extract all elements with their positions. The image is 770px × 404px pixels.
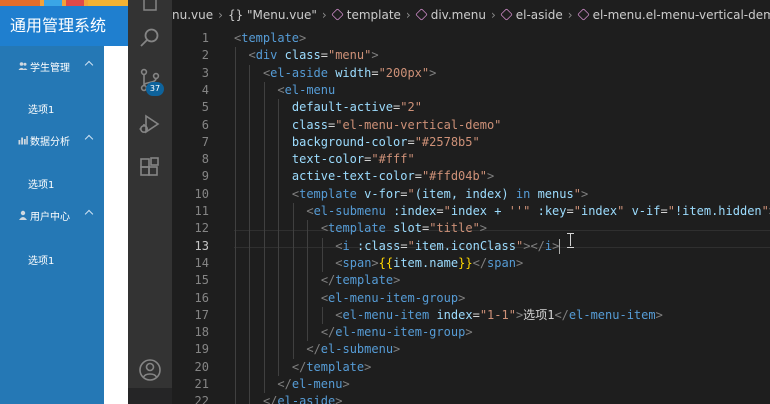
chevron-right-icon: › (218, 8, 223, 22)
app-title: 通用管理系统 (0, 6, 128, 46)
line-number: 17 (194, 307, 209, 322)
code-line[interactable]: <el-submenu :index="index + ''" :key="in… (234, 203, 770, 220)
line-number: 11 (194, 204, 209, 218)
app-sidebar-menu: 学生管理 选项1 数据分析 选项1 用户中心 选项1 (0, 46, 104, 404)
activity-bar: 37 (128, 0, 172, 404)
chevron-right-icon: › (405, 8, 411, 22)
code-line[interactable]: <div class="menu"> (234, 47, 378, 64)
breadcrumb: nu.vue › {} "Menu.vue" › template › div.menu › e… (172, 0, 770, 30)
chevron-up-icon (84, 60, 94, 70)
code-line[interactable]: </el-menu-item-group> (234, 324, 473, 341)
breadcrumb-item[interactable]: el-aside (516, 0, 563, 30)
bar-chart-icon (18, 135, 28, 145)
mouse-ibeam-icon (567, 233, 574, 248)
line-number: 13 (194, 238, 209, 253)
code-line[interactable]: <template> (234, 30, 306, 47)
code-line[interactable]: </template> (234, 272, 400, 289)
code-line[interactable]: <template slot="title"> (234, 220, 487, 237)
line-number: 20 (194, 359, 209, 374)
line-number: 2 (201, 48, 209, 63)
text-caret (558, 238, 560, 254)
code-line[interactable]: <el-menu-item-group> (234, 290, 466, 307)
submenu-label: 数据分析 (30, 136, 70, 148)
code-line[interactable]: </el-menu> (234, 376, 349, 393)
submenu-title-user-center[interactable]: 用户中心 (0, 203, 104, 227)
breadcrumb-item[interactable]: {} "Menu.vue" (228, 0, 317, 30)
line-number: 21 (194, 377, 209, 391)
user-group-icon (18, 61, 28, 71)
symbol-icon (500, 8, 513, 21)
line-number: 1 (201, 31, 209, 45)
submenu-label: 用户中心 (30, 211, 70, 223)
line-number: 14 (194, 255, 209, 270)
line-number: 18 (194, 325, 209, 340)
chevron-right-icon: › (567, 8, 573, 22)
code-line[interactable]: text-color="#fff" (234, 151, 415, 168)
extensions-icon[interactable] (138, 156, 162, 180)
code-line[interactable]: </template> (234, 359, 371, 376)
code-line[interactable]: <el-aside width="200px"> (234, 65, 436, 82)
menu-item-option1[interactable]: 选项1 (28, 176, 54, 191)
code-line[interactable]: <el-menu (234, 82, 335, 99)
submenu-title-analytics[interactable]: 数据分析 (0, 128, 104, 152)
line-number: 6 (201, 117, 209, 132)
line-number: 9 (201, 169, 209, 184)
menu-item-option1[interactable]: 选项1 (28, 252, 54, 267)
breadcrumb-item[interactable]: el-menu.el-menu-vertical-demo (593, 0, 770, 30)
menu-item-option1[interactable]: 选项1 (28, 101, 54, 116)
submenu-title-students[interactable]: 学生管理 (0, 54, 104, 78)
line-number: 7 (201, 134, 209, 149)
breadcrumb-file[interactable]: nu.vue (172, 0, 213, 30)
account-icon[interactable] (138, 358, 162, 382)
symbol-icon (576, 8, 590, 21)
app-preview: 通用管理系统 学生管理 选项1 数据分析 选项1 用户中心 选项1 (0, 0, 128, 404)
search-icon[interactable] (138, 26, 162, 50)
submenu-label: 学生管理 (30, 62, 70, 74)
code-line[interactable]: </el-submenu> (234, 341, 400, 358)
symbol-icon (331, 8, 344, 21)
code-line[interactable]: <template v-for="(item, index) in menus"… (234, 186, 588, 203)
code-line[interactable]: class="el-menu-vertical-demo" (234, 117, 502, 134)
line-number: 16 (194, 290, 209, 305)
code-line[interactable]: <i :class="item.iconClass"></i> (234, 238, 559, 255)
line-number: 5 (201, 100, 209, 115)
line-number: 15 (194, 273, 209, 288)
person-icon (18, 210, 28, 220)
line-number: 8 (201, 152, 209, 167)
code-editor[interactable]: 1 2 3 4 5 6 7 8 9 10 11 12 13 14 15 16 17 18 19 20 21 22 <tem… (172, 30, 770, 404)
code-line[interactable]: default-active="2" (234, 99, 422, 116)
activity-bar-footer (128, 388, 172, 404)
code-line[interactable]: active-text-color="#ffd04b"> (234, 168, 494, 185)
explorer-icon[interactable] (138, 0, 162, 16)
chevron-right-icon: › (490, 8, 496, 22)
line-number: 3 (201, 65, 209, 80)
chevron-right-icon: › (321, 8, 327, 22)
line-number: 4 (201, 82, 209, 97)
line-number: 12 (194, 221, 209, 236)
chevron-up-icon (84, 209, 94, 219)
breadcrumb-item[interactable]: div.menu (431, 0, 486, 30)
line-number: 22 (194, 394, 209, 404)
breadcrumb-item[interactable]: template (347, 0, 401, 30)
code-line[interactable]: <el-menu-item index="1-1">选项1</el-menu-i… (234, 307, 663, 324)
line-number: 10 (194, 186, 209, 201)
code-line[interactable]: </el-aside> (234, 393, 342, 404)
chevron-up-icon (84, 134, 94, 144)
line-number: 19 (194, 342, 209, 357)
symbol-icon (414, 8, 428, 21)
code-line[interactable]: background-color="#2578b5" (234, 134, 480, 151)
scm-badge: 37 (146, 82, 164, 96)
run-debug-icon[interactable] (138, 112, 162, 136)
code-line[interactable]: <span>{{item.name}}</span> (234, 255, 523, 272)
